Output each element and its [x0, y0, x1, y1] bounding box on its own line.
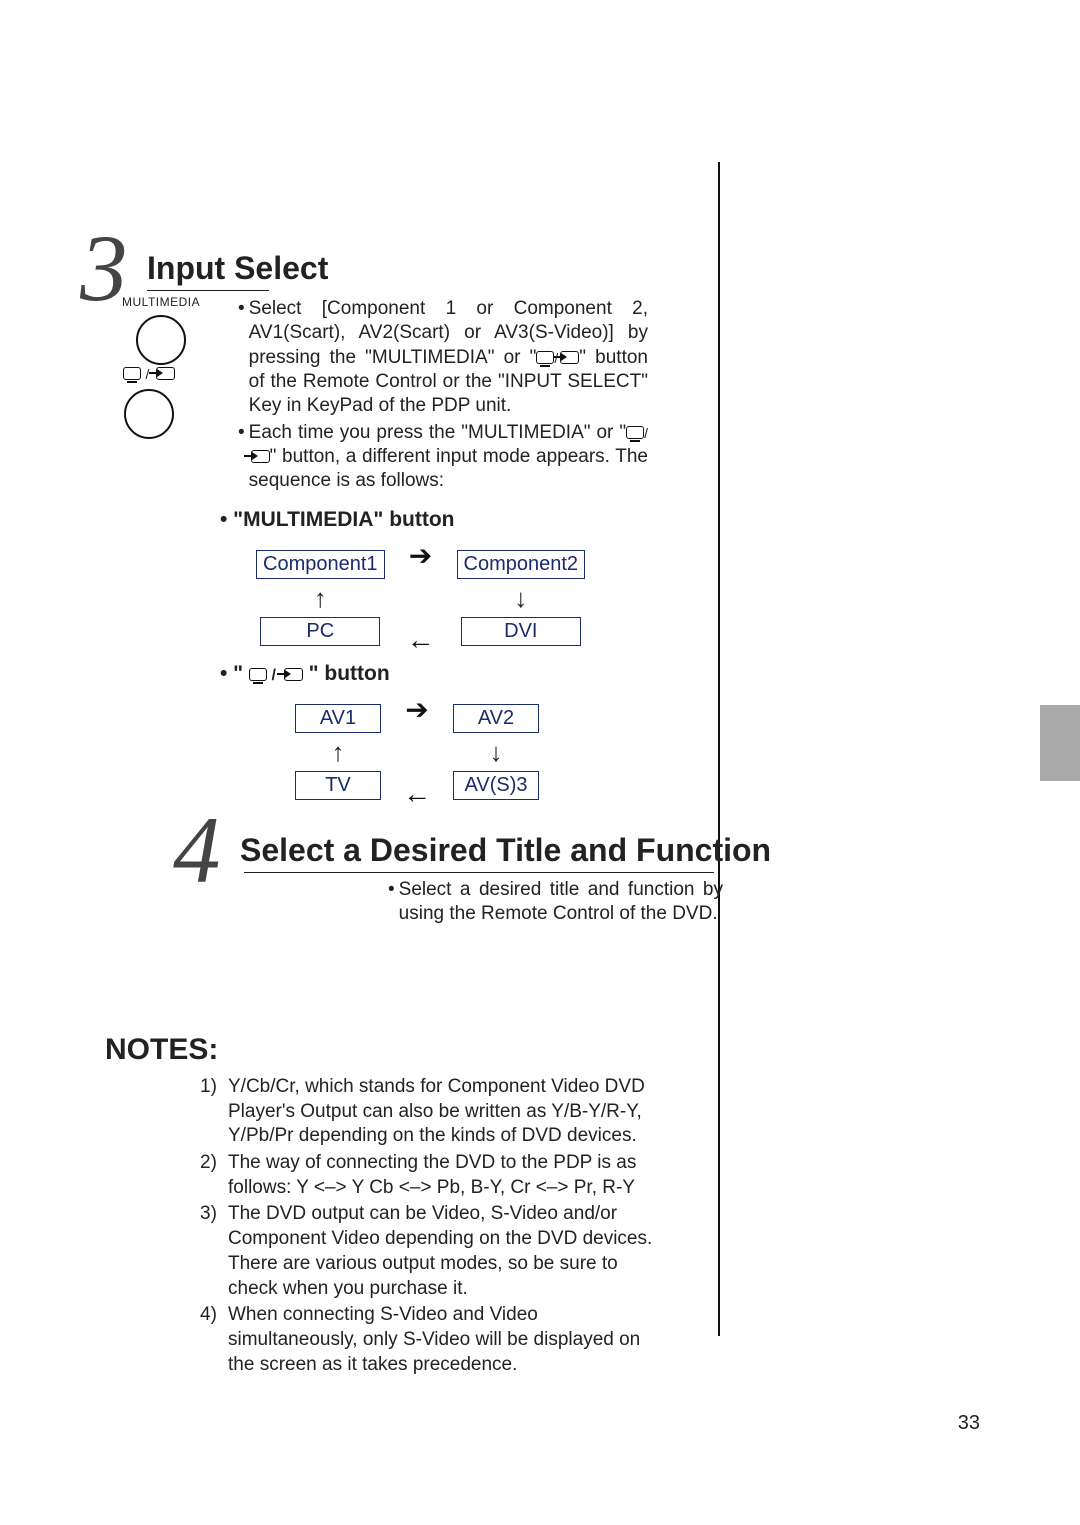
note-item: 1) Y/Cb/Cr, which stands for Component V…: [200, 1075, 670, 1149]
side-tab: [1040, 705, 1080, 781]
arrow-up-icon: ↑: [314, 585, 327, 611]
bullet: • Select [Component 1 or Component 2, AV…: [238, 297, 648, 419]
arrow-right-icon: ➔: [403, 696, 431, 724]
step-title: Select a Desired Title and Function: [240, 832, 771, 869]
text: " button: [309, 662, 390, 685]
remote-multimedia-label: MULTIMEDIA: [122, 295, 200, 309]
tv-icon: [626, 426, 644, 439]
arrow-left-icon: ←: [403, 780, 431, 808]
step-rule: [244, 872, 714, 873]
input-icon: [560, 351, 579, 364]
tv-input-icons: /: [122, 365, 176, 383]
step3-body: • Select [Component 1 or Component 2, AV…: [238, 297, 648, 494]
input-icon: [156, 367, 175, 380]
note-item: 2) The way of connecting the DVD to the …: [200, 1151, 670, 1200]
box: AV2: [453, 704, 539, 733]
note-text: When connecting S-Video and Video simult…: [228, 1303, 670, 1377]
step-number: 3: [80, 240, 128, 297]
text: • ": [220, 662, 243, 685]
remote-input-select: /: [122, 365, 176, 439]
bullet: • Each time you press the "MULTIMEDIA" o…: [238, 421, 648, 494]
note-item: 3) The DVD output can be Video, S-Video …: [200, 1202, 670, 1301]
button-circle: [124, 389, 174, 439]
note-num: 1): [200, 1075, 228, 1149]
arrow-up-icon: ↑: [332, 739, 345, 765]
text: Each time you press the "MULTIMEDIA" or …: [249, 422, 626, 443]
note-text: The way of connecting the DVD to the PDP…: [228, 1151, 670, 1200]
box: Component2: [457, 550, 586, 579]
notes-list: 1) Y/Cb/Cr, which stands for Component V…: [200, 1075, 670, 1379]
step-number: 4: [173, 822, 221, 879]
multimedia-diagram: Component1 ↑ PC ➔ ← Component2 ↓ DVI: [256, 542, 585, 654]
note-num: 3): [200, 1202, 228, 1301]
tv-icon: [123, 367, 141, 380]
note-num: 2): [200, 1151, 228, 1200]
input-icon: [284, 668, 303, 681]
text: Select a desired title and function by u…: [399, 878, 723, 927]
note-text: Y/Cb/Cr, which stands for Component Vide…: [228, 1075, 670, 1149]
arrow-right-icon: ➔: [407, 542, 435, 570]
vertical-rule: [718, 162, 720, 1336]
box: TV: [295, 771, 381, 800]
input-icon: [251, 450, 270, 463]
note-item: 4) When connecting S-Video and Video sim…: [200, 1303, 670, 1377]
manual-page: 33 3 Input Select MULTIMEDIA / • Select …: [0, 0, 1080, 1525]
button-circle: [136, 315, 186, 365]
box: DVI: [461, 617, 581, 646]
arrow-down-icon: ↓: [514, 585, 527, 611]
box: PC: [260, 617, 380, 646]
step-title: Input Select: [147, 250, 328, 287]
step-rule: [147, 290, 269, 291]
input-diagram: AV1 ↑ TV ➔ ← AV2 ↓ AV(S)3: [295, 696, 539, 808]
arrow-left-icon: ←: [407, 626, 435, 654]
box: AV1: [295, 704, 381, 733]
tv-icon: [536, 351, 554, 364]
note-num: 4): [200, 1303, 228, 1377]
multimedia-heading: • "MULTIMEDIA" button: [220, 508, 455, 532]
page-number: 33: [958, 1412, 980, 1435]
step4-body: • Select a desired title and function by…: [388, 878, 723, 927]
tv-icon: [249, 668, 267, 681]
text: " button, a different input mode appears…: [249, 446, 648, 491]
input-heading: • " / " button: [220, 662, 390, 686]
box: Component1: [256, 550, 385, 579]
remote-multimedia: MULTIMEDIA: [122, 295, 200, 365]
box: AV(S)3: [453, 771, 539, 800]
note-text: The DVD output can be Video, S-Video and…: [228, 1202, 670, 1301]
arrow-down-icon: ↓: [490, 739, 503, 765]
notes-title: NOTES:: [105, 1033, 218, 1067]
